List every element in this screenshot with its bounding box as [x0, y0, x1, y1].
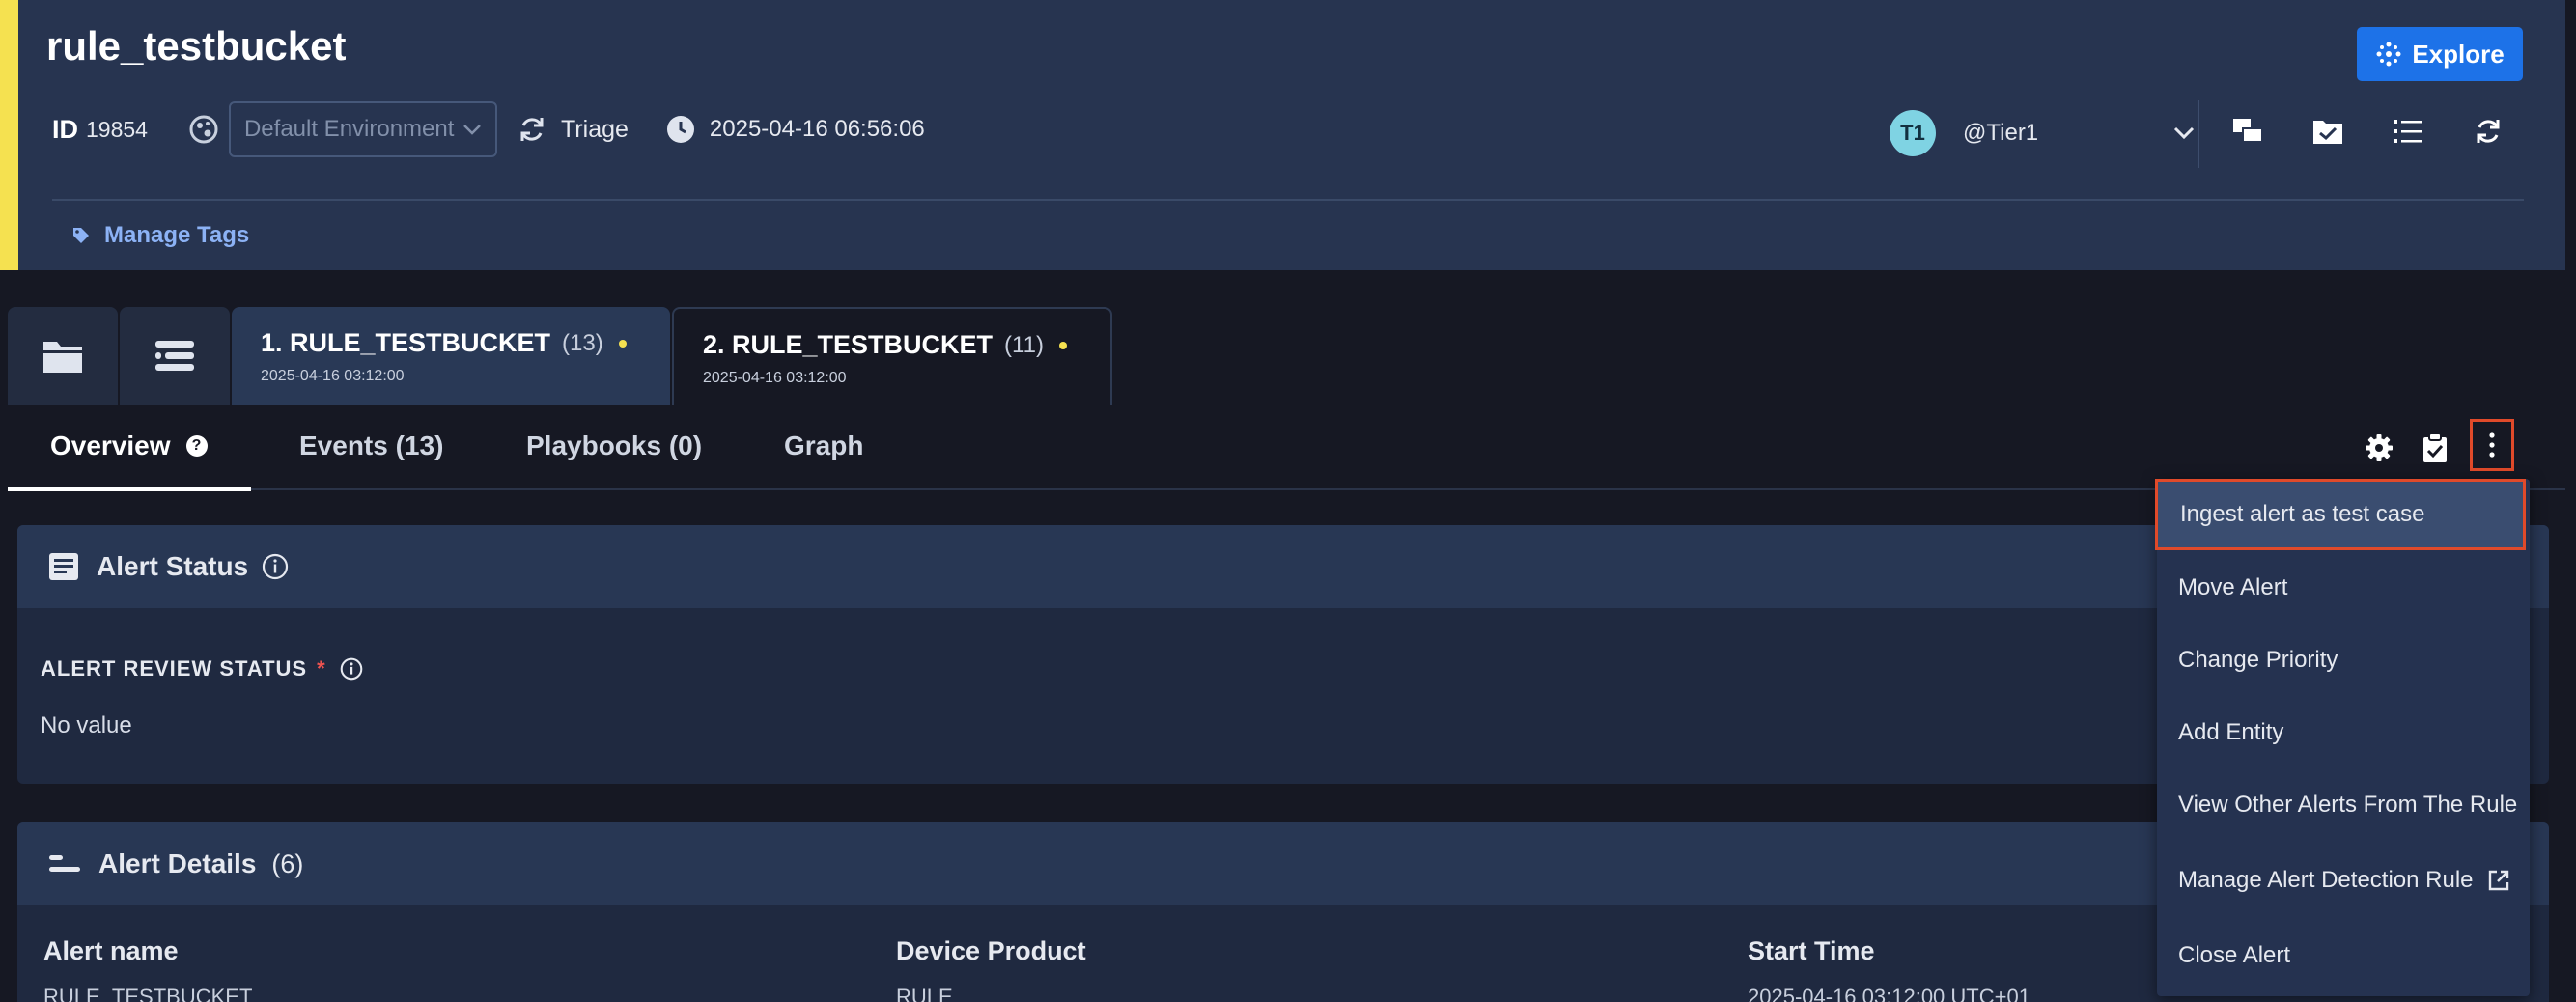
manage-tags-link[interactable]: Manage Tags: [71, 222, 249, 249]
header-separator: [52, 199, 2524, 201]
details-lines-icon: [48, 853, 81, 875]
status-dot: [1058, 341, 1067, 349]
clock-icon: [665, 114, 710, 145]
avatar: T1: [1890, 110, 1936, 156]
case-stage[interactable]: Triage: [517, 114, 629, 145]
more-options-button[interactable]: [2470, 419, 2514, 471]
more-options-menu: Ingest alert as test case Move Alert Cha…: [2155, 479, 2530, 996]
explore-button[interactable]: Explore: [2357, 27, 2523, 81]
environment-select-value: Default Environment: [243, 116, 455, 142]
alert-tab-2[interactable]: 2. RULE_TESTBUCKET (11) 2025-04-16 03:12…: [672, 307, 1112, 405]
clipboard-check-icon[interactable]: [2418, 431, 2452, 465]
list-detail-icon: [154, 338, 196, 375]
detail-label-device-product: Device Product: [896, 936, 1086, 965]
required-marker: *: [317, 656, 326, 681]
priority-accent-bar: [0, 0, 18, 270]
tab-overview[interactable]: Overview ?: [50, 431, 208, 461]
detail-label-alert-name: Alert name: [43, 936, 179, 965]
detail-value-device-product: RULE: [896, 985, 953, 1002]
case-meta-row: ID 19854 Default Environment Triage 2025…: [52, 101, 925, 157]
alert-tab-count: (13): [562, 329, 603, 356]
case-title: rule_testbucket: [46, 23, 347, 69]
detail-label-start-time: Start Time: [1748, 936, 1875, 965]
case-id-value: 19854: [86, 116, 148, 142]
menu-item-add-entity[interactable]: Add Entity: [2157, 697, 2530, 768]
task-check-icon[interactable]: [2310, 114, 2345, 149]
assignee-name: @Tier1: [1963, 120, 2039, 146]
alerts-list-tab[interactable]: [120, 307, 230, 405]
case-datetime-value: 2025-04-16 06:56:06: [709, 116, 925, 142]
info-icon[interactable]: [340, 657, 363, 681]
alert-review-status-value[interactable]: No value: [41, 712, 132, 739]
environment-icon: [186, 112, 221, 147]
menu-item-manage-detection-rule[interactable]: Manage Alert Detection Rule: [2157, 845, 2530, 916]
chat-icon[interactable]: [2230, 114, 2265, 149]
alert-tab-name: 2. RULE_TESTBUCKET: [703, 330, 994, 359]
chevron-down-icon: [2173, 126, 2195, 140]
alert-review-status-text: ALERT REVIEW STATUS: [41, 656, 308, 681]
menu-item-ingest-test-case[interactable]: Ingest alert as test case: [2155, 479, 2526, 550]
alert-status-title: Alert Status: [97, 551, 249, 581]
refresh-icon[interactable]: [2471, 114, 2506, 149]
active-tab-indicator: [8, 487, 251, 491]
environment-select[interactable]: Default Environment: [228, 101, 497, 157]
header-divider: [2198, 100, 2199, 168]
case-datetime: 2025-04-16 06:56:06: [665, 114, 925, 145]
tag-icon: [71, 226, 104, 245]
case-files-tab[interactable]: [8, 307, 118, 405]
alert-review-status-label: ALERT REVIEW STATUS *: [41, 656, 363, 682]
tab-overview-label: Overview: [50, 431, 171, 460]
article-icon: [48, 552, 79, 581]
menu-item-move-alert[interactable]: Move Alert: [2157, 552, 2530, 624]
alert-tab-date: 2025-04-16 03:12:00: [703, 370, 847, 386]
menu-item-view-other-alerts[interactable]: View Other Alerts From The Rule: [2157, 769, 2530, 841]
tab-playbooks[interactable]: Playbooks (0): [526, 431, 702, 461]
case-id-label: ID: [52, 114, 78, 144]
status-dot: [618, 339, 627, 348]
alert-tab-1[interactable]: 1. RULE_TESTBUCKET (13) 2025-04-16 03:12…: [232, 307, 670, 405]
list-icon[interactable]: [2391, 114, 2425, 149]
tab-graph[interactable]: Graph: [784, 431, 863, 461]
chevron-down-icon: [462, 124, 482, 135]
explore-icon: [2375, 41, 2412, 68]
external-link-icon: [2474, 869, 2510, 892]
case-header: rule_testbucket ID 19854 Default Environ…: [0, 0, 2565, 270]
tab-events[interactable]: Events (13): [299, 431, 443, 461]
menu-item-close-alert[interactable]: Close Alert: [2157, 920, 2530, 991]
detail-value-start-time: 2025-04-16 03:12:00 UTC+01: [1748, 985, 2030, 1002]
alert-tab-name: 1. RULE_TESTBUCKET: [261, 328, 551, 357]
alert-tab-count: (11): [1004, 331, 1044, 358]
help-icon[interactable]: ?: [185, 435, 208, 457]
kebab-menu-icon: [2488, 431, 2496, 459]
folder-icon: [42, 338, 84, 375]
menu-item-change-priority[interactable]: Change Priority: [2157, 625, 2530, 696]
menu-item-manage-detection-rule-label: Manage Alert Detection Rule: [2178, 867, 2474, 893]
info-icon[interactable]: [262, 553, 289, 580]
refresh-stage-icon: [517, 114, 561, 145]
alert-details-count: (6): [271, 849, 304, 878]
case-stage-label: Triage: [560, 115, 629, 143]
alert-tab-date: 2025-04-16 03:12:00: [261, 368, 405, 384]
gear-icon[interactable]: [2362, 431, 2396, 465]
alert-details-title: Alert Details: [98, 849, 257, 878]
explore-button-label: Explore: [2412, 39, 2505, 69]
manage-tags-label: Manage Tags: [104, 222, 250, 248]
detail-value-alert-name: RULE_TESTBUCKET: [43, 985, 253, 1002]
assignee-select[interactable]: T1 @Tier1: [1890, 110, 2195, 156]
